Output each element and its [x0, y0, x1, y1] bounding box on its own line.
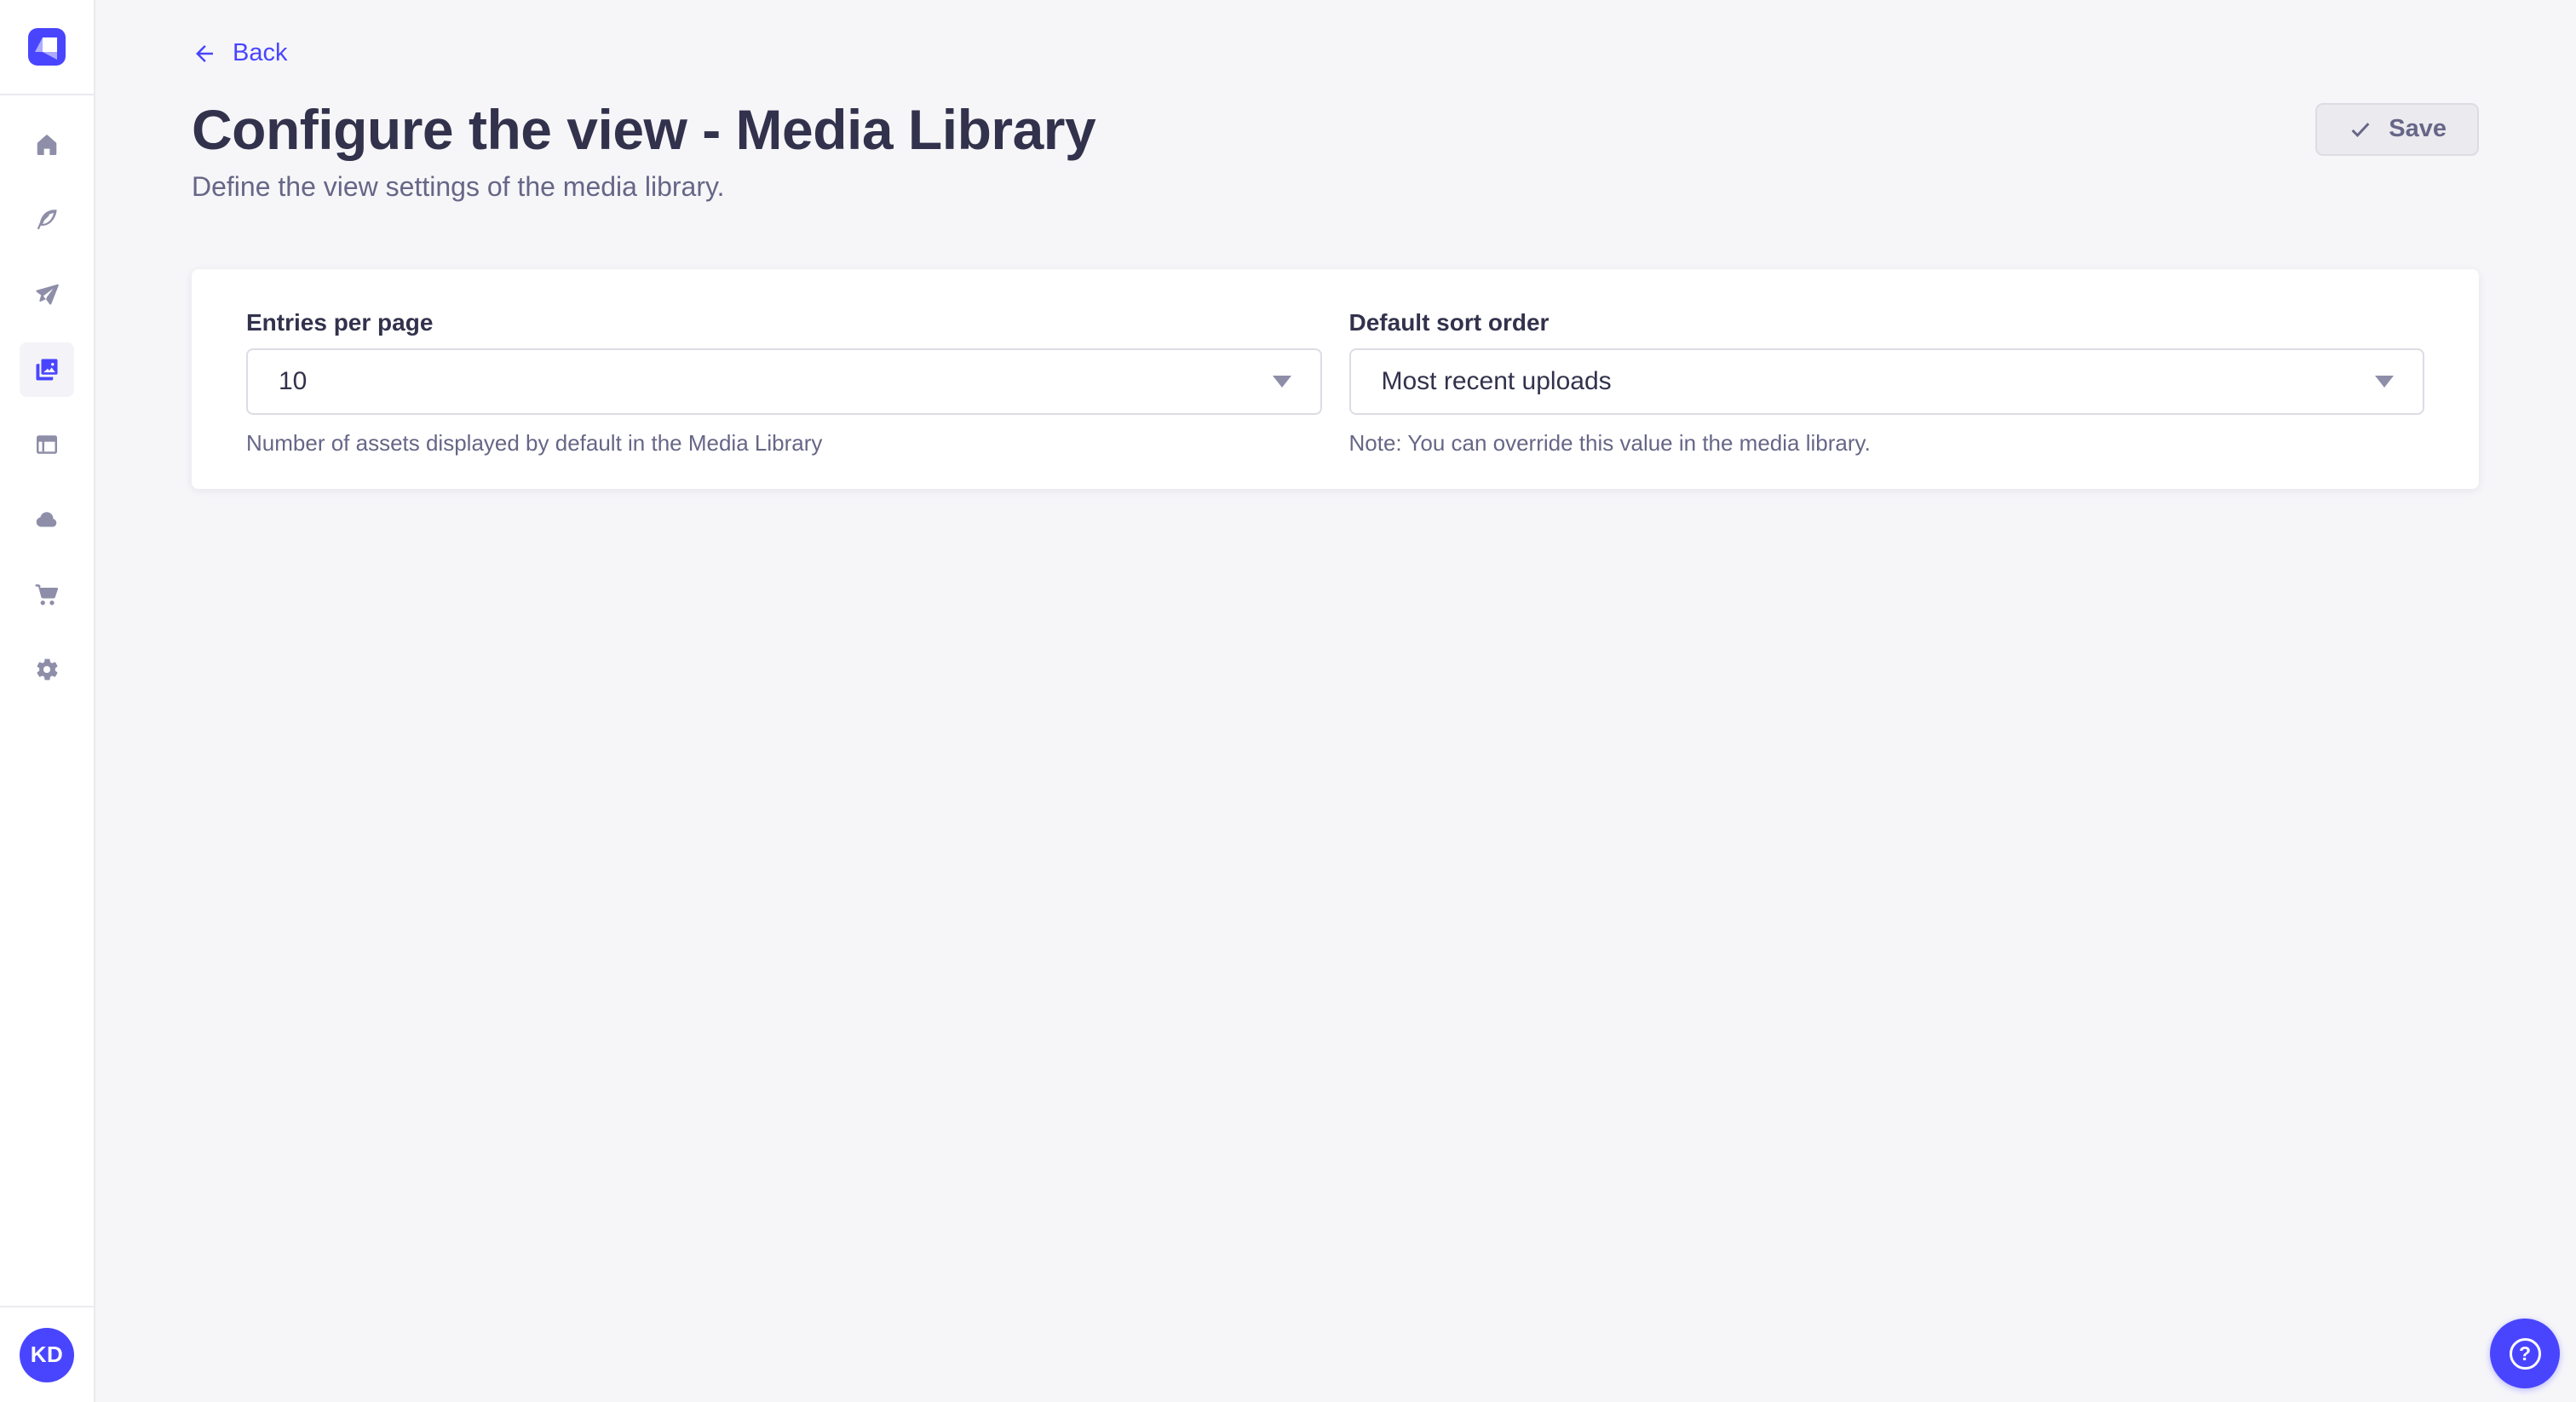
logo-shape: [43, 37, 57, 52]
settings-card: Entries per page 10 Number of assets dis…: [192, 269, 2479, 489]
home-icon: [34, 132, 60, 158]
logo-shape: [35, 37, 43, 52]
title-row: Configure the view - Media Library Save: [192, 101, 2479, 158]
back-label: Back: [233, 39, 287, 67]
entries-per-page-field: Entries per page 10 Number of assets dis…: [246, 308, 1322, 457]
default-sort-order-select[interactable]: Most recent uploads: [1349, 348, 2425, 415]
save-label: Save: [2389, 115, 2447, 143]
select-value: Most recent uploads: [1382, 367, 1612, 396]
main-content: Back Configure the view - Media Library …: [95, 0, 2576, 1402]
sidebar-item-content-type-builder[interactable]: [20, 417, 74, 472]
sidebar-item-home[interactable]: [20, 118, 74, 172]
sidebar-item-marketplace[interactable]: [20, 567, 74, 622]
chevron-down-icon: [2375, 376, 2394, 388]
sidebar-footer: KD: [0, 1306, 94, 1402]
arrow-left-icon: [192, 41, 217, 66]
chevron-down-icon: [1273, 376, 1291, 388]
page-title: Configure the view - Media Library: [192, 101, 1095, 158]
sidebar-item-cloud[interactable]: [20, 492, 74, 547]
default-sort-order-field: Default sort order Most recent uploads N…: [1349, 308, 2425, 457]
check-icon: [2348, 117, 2373, 142]
sidebar-item-content[interactable]: [20, 192, 74, 247]
cart-icon: [34, 582, 60, 607]
feather-icon: [34, 207, 60, 233]
logo-container: [0, 0, 94, 95]
sidebar: KD: [0, 0, 95, 1402]
gear-icon: [34, 657, 60, 682]
sidebar-item-media-library[interactable]: [20, 342, 74, 397]
save-button[interactable]: Save: [2315, 103, 2479, 156]
field-label: Entries per page: [246, 308, 1322, 337]
strapi-logo-icon[interactable]: [28, 28, 66, 66]
sidebar-item-releases[interactable]: [20, 267, 74, 322]
select-value: 10: [279, 367, 307, 396]
logo-shape: [43, 52, 57, 60]
pictures-icon: [34, 357, 60, 382]
avatar[interactable]: KD: [20, 1328, 74, 1382]
field-hint: Number of assets displayed by default in…: [246, 430, 1322, 457]
cloud-icon: [34, 507, 60, 532]
help-button[interactable]: ?: [2490, 1319, 2560, 1388]
question-mark-icon: ?: [2510, 1338, 2541, 1370]
page-subtitle: Define the view settings of the media li…: [192, 171, 2479, 203]
layout-icon: [34, 432, 60, 457]
sidebar-nav: [20, 118, 74, 697]
sidebar-item-settings[interactable]: [20, 642, 74, 697]
paper-plane-icon: [34, 282, 60, 307]
field-hint: Note: You can override this value in the…: [1349, 430, 2425, 457]
back-link[interactable]: Back: [192, 39, 287, 67]
field-label: Default sort order: [1349, 308, 2425, 337]
entries-per-page-select[interactable]: 10: [246, 348, 1322, 415]
fields-row: Entries per page 10 Number of assets dis…: [246, 308, 2424, 457]
